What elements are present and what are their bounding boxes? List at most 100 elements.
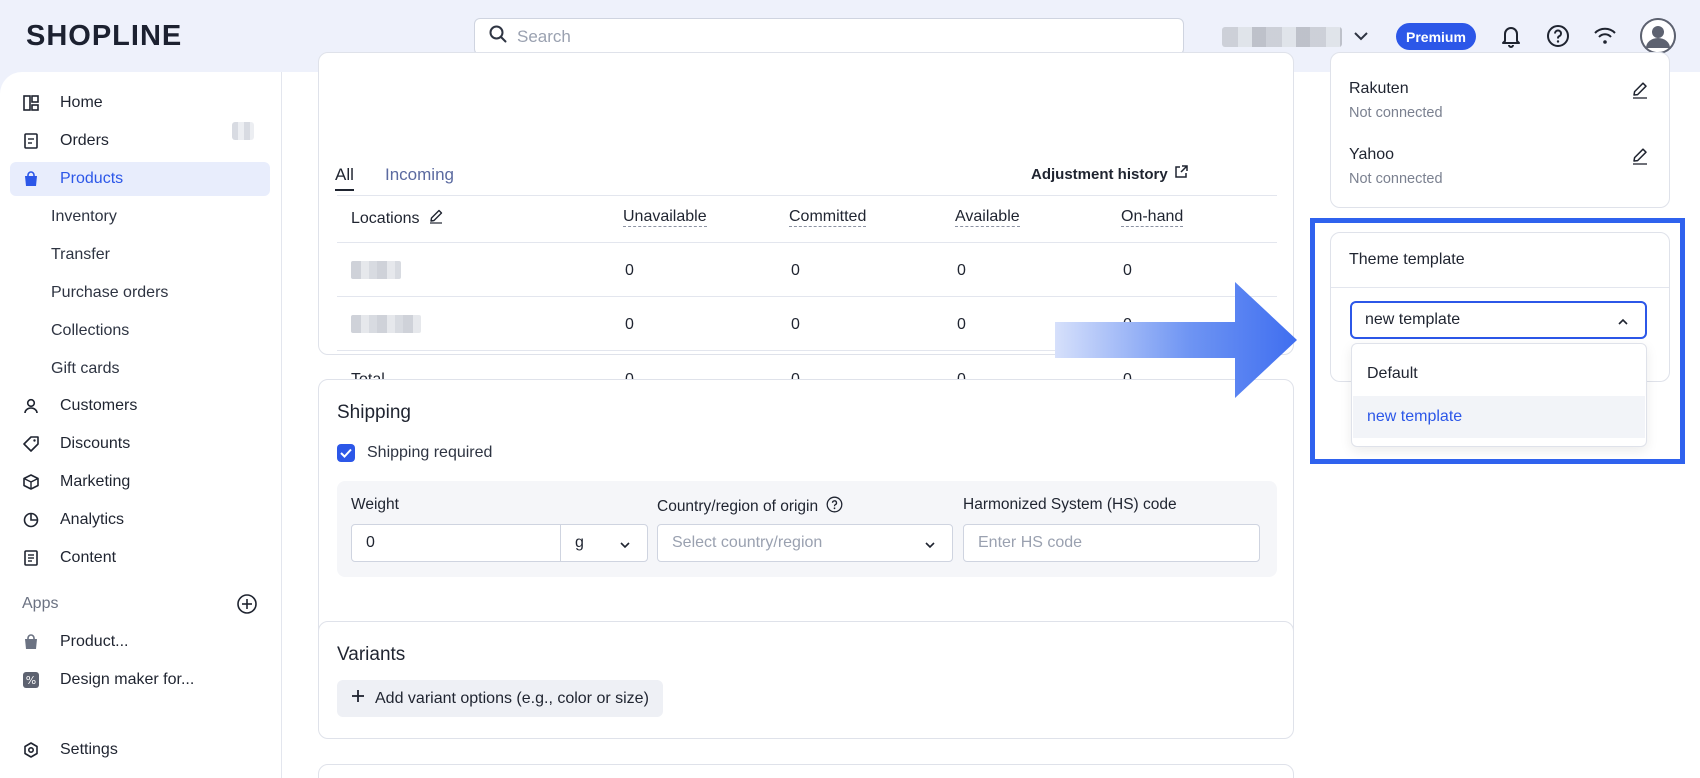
sidebar-app-design-maker[interactable]: % Design maker for... bbox=[10, 663, 270, 697]
tab-incoming[interactable]: Incoming bbox=[385, 165, 454, 185]
sidebar-item-label: Orders bbox=[60, 132, 109, 149]
column-header-available[interactable]: Available bbox=[955, 208, 1020, 227]
country-select[interactable]: Select country/region bbox=[657, 524, 953, 562]
help-icon[interactable] bbox=[826, 496, 843, 518]
variants-title: Variants bbox=[337, 644, 406, 665]
sidebar-item-marketing[interactable]: Marketing bbox=[10, 465, 270, 499]
add-app-icon[interactable] bbox=[236, 593, 258, 620]
pencil-icon[interactable] bbox=[428, 208, 444, 229]
sidebar-subitem-transfer[interactable]: Transfer bbox=[51, 246, 110, 264]
sidebar-subitem-inventory[interactable]: Inventory bbox=[51, 208, 117, 226]
column-header-committed[interactable]: Committed bbox=[789, 208, 867, 227]
sidebar-subitem-purchase-orders[interactable]: Purchase orders bbox=[51, 284, 168, 302]
weight-unit-value: g bbox=[575, 534, 584, 551]
weight-input[interactable]: 0 bbox=[351, 524, 561, 562]
sidebar-item-label: Customers bbox=[60, 397, 138, 414]
orders-count-redacted bbox=[232, 122, 254, 140]
checkmark-icon bbox=[340, 448, 352, 458]
svg-text:%: % bbox=[26, 674, 36, 687]
document-icon bbox=[22, 549, 40, 567]
store-name-redacted[interactable] bbox=[1222, 27, 1342, 47]
committed-label: Committed bbox=[789, 208, 867, 227]
table-cell: 0 bbox=[1123, 262, 1132, 279]
shipping-required-checkbox[interactable] bbox=[337, 444, 355, 462]
channel-name-yahoo: Yahoo bbox=[1349, 146, 1395, 163]
adjustment-history-link[interactable]: Adjustment history bbox=[1031, 165, 1188, 183]
sidebar-item-label: Discounts bbox=[60, 435, 131, 452]
chevron-down-icon bbox=[924, 538, 936, 556]
variants-card: Variants Add variant options (e.g., colo… bbox=[318, 621, 1294, 739]
hs-code-placeholder: Enter HS code bbox=[978, 534, 1083, 551]
pencil-icon[interactable] bbox=[1631, 81, 1649, 104]
help-icon[interactable] bbox=[1545, 23, 1571, 49]
bell-icon[interactable] bbox=[1498, 23, 1524, 49]
sidebar-item-label: Home bbox=[60, 94, 103, 111]
weight-unit-select[interactable]: g bbox=[560, 524, 648, 562]
shopline-logo[interactable]: SHOPLINE bbox=[26, 20, 182, 53]
table-cell: 0 bbox=[791, 316, 800, 333]
sidebar-item-discounts[interactable]: Discounts bbox=[10, 427, 270, 461]
tag-icon bbox=[22, 435, 40, 453]
sidebar-item-label: Analytics bbox=[60, 511, 125, 528]
sidebar-item-products[interactable]: Products bbox=[10, 162, 270, 196]
next-card bbox=[318, 764, 1294, 778]
app-bag-icon bbox=[22, 633, 40, 651]
sidebar-item-analytics[interactable]: Analytics bbox=[10, 503, 270, 537]
sidebar-item-label: Marketing bbox=[60, 473, 131, 490]
sidebar-item-label: Design maker for... bbox=[60, 671, 195, 688]
add-variant-options-button[interactable]: Add variant options (e.g., color or size… bbox=[337, 680, 663, 717]
sidebar-app-product[interactable]: Product... bbox=[10, 625, 270, 659]
sidebar-item-label: Settings bbox=[60, 741, 118, 758]
avatar[interactable] bbox=[1640, 18, 1676, 54]
shipping-required-label: Shipping required bbox=[367, 444, 493, 461]
sidebar-item-content[interactable]: Content bbox=[10, 541, 270, 575]
weight-label: Weight bbox=[351, 496, 399, 514]
chevron-down-icon[interactable] bbox=[1352, 27, 1370, 50]
location-name-redacted bbox=[351, 315, 421, 333]
sales-channels-card: Rakuten Not connected Yahoo Not connecte… bbox=[1330, 52, 1670, 208]
sidebar-item-settings[interactable]: Settings bbox=[10, 733, 270, 767]
column-header-locations: Locations bbox=[351, 208, 444, 229]
premium-badge[interactable]: Premium bbox=[1396, 23, 1476, 50]
channel-status: Not connected bbox=[1349, 171, 1443, 187]
sidebar-item-customers[interactable]: Customers bbox=[10, 389, 270, 423]
external-link-icon bbox=[1174, 165, 1188, 183]
hs-code-label-text: Harmonized System (HS) code bbox=[963, 496, 1177, 513]
channel-name-rakuten: Rakuten bbox=[1349, 80, 1409, 97]
hs-code-label: Harmonized System (HS) code bbox=[963, 496, 1177, 514]
add-variant-label: Add variant options (e.g., color or size… bbox=[375, 689, 649, 707]
country-label-text: Country/region of origin bbox=[657, 498, 819, 515]
orders-icon bbox=[22, 132, 40, 150]
weight-value: 0 bbox=[366, 534, 375, 551]
search-placeholder: Search bbox=[517, 26, 571, 46]
sidebar-subitem-collections[interactable]: Collections bbox=[51, 322, 129, 340]
pencil-icon[interactable] bbox=[1631, 147, 1649, 170]
available-label: Available bbox=[955, 208, 1020, 227]
column-header-unavailable[interactable]: Unavailable bbox=[623, 208, 707, 227]
sidebar-subitem-gift-cards[interactable]: Gift cards bbox=[51, 360, 119, 378]
search-icon bbox=[489, 25, 507, 48]
sidebar: Home Orders Products Inventory Transfer … bbox=[0, 72, 282, 778]
location-name-redacted bbox=[351, 261, 401, 279]
plus-icon bbox=[351, 689, 365, 708]
wifi-icon[interactable] bbox=[1592, 23, 1618, 49]
sidebar-item-home[interactable]: Home bbox=[10, 86, 270, 120]
tab-all[interactable]: All bbox=[335, 165, 354, 191]
locations-label: Locations bbox=[351, 209, 420, 227]
sidebar-item-orders[interactable]: Orders bbox=[10, 124, 270, 158]
weight-label-text: Weight bbox=[351, 496, 399, 513]
sidebar-item-label: Content bbox=[60, 549, 117, 566]
shipping-title: Shipping bbox=[337, 402, 411, 423]
adjustment-history-label: Adjustment history bbox=[1031, 165, 1168, 183]
hs-code-input[interactable]: Enter HS code bbox=[963, 524, 1260, 562]
sidebar-item-label: Products bbox=[60, 170, 124, 187]
shipping-details-box: Weight 0 g Country/region of origin Sele… bbox=[337, 481, 1277, 577]
table-cell: 0 bbox=[625, 262, 634, 279]
on-hand-label: On-hand bbox=[1121, 208, 1184, 227]
settings-icon bbox=[22, 741, 40, 759]
search-input[interactable]: Search bbox=[474, 18, 1184, 55]
bag-icon bbox=[22, 170, 40, 188]
column-header-on-hand[interactable]: On-hand bbox=[1121, 208, 1184, 227]
divider bbox=[337, 242, 1277, 243]
country-label: Country/region of origin bbox=[657, 496, 843, 518]
